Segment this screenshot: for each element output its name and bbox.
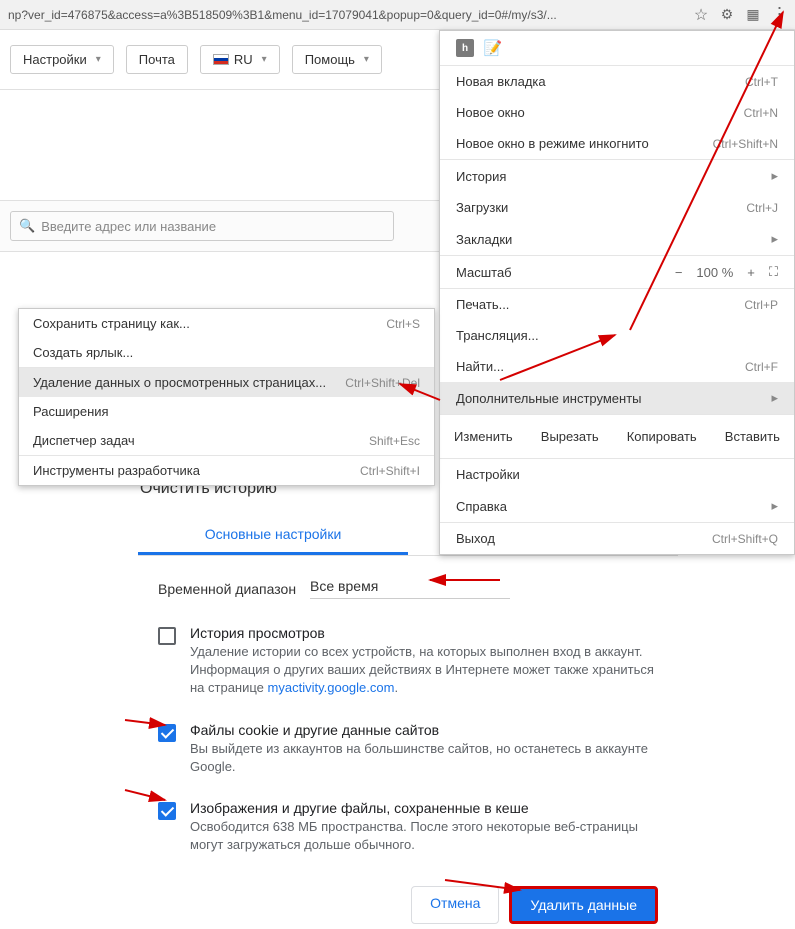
menu-exit[interactable]: ВыходCtrl+Shift+Q	[440, 523, 794, 554]
bookmark-star-icon[interactable]	[693, 7, 709, 23]
fullscreen-icon[interactable]: ⛶	[769, 264, 778, 280]
chrome-main-menu: h Новая вкладкаCtrl+T Новое окноCtrl+N Н…	[439, 30, 795, 555]
myactivity-link[interactable]: myactivity.google.com	[268, 680, 395, 695]
menu-help[interactable]: Справка	[440, 490, 794, 522]
submenu-dev-tools[interactable]: Инструменты разработчикаCtrl+Shift+I	[19, 456, 434, 485]
menu-print[interactable]: Печать...Ctrl+P	[440, 289, 794, 320]
menu-new-tab[interactable]: Новая вкладкаCtrl+T	[440, 66, 794, 97]
delete-data-button[interactable]: Удалить данные	[509, 886, 658, 924]
submenu-create-shortcut[interactable]: Создать ярлык...	[19, 338, 434, 367]
extension-note-icon[interactable]	[484, 39, 502, 57]
option-browsing-history[interactable]: История просмотров Удаление истории со в…	[138, 615, 678, 712]
time-range-label: Временной диапазон	[158, 581, 296, 597]
paste-button[interactable]: Вставить	[715, 423, 790, 450]
address-bar: np?ver_id=476875&access=a%3B518509%3B1&m…	[0, 0, 795, 30]
menu-cast[interactable]: Трансляция...	[440, 320, 794, 351]
extension-h-icon[interactable]: h	[456, 39, 474, 57]
search-icon: 🔍	[19, 218, 35, 234]
zoom-in-button[interactable]: +	[747, 265, 755, 280]
submenu-extensions[interactable]: Расширения	[19, 397, 434, 426]
option-cookies[interactable]: Файлы cookie и другие данные сайтов Вы в…	[138, 712, 678, 790]
more-tools-submenu: Сохранить страницу как...Ctrl+S Создать …	[18, 308, 435, 486]
menu-new-window[interactable]: Новое окноCtrl+N	[440, 97, 794, 128]
checkbox-cached-images[interactable]	[158, 802, 176, 820]
menu-incognito[interactable]: Новое окно в режиме инкогнитоCtrl+Shift+…	[440, 128, 794, 159]
url-text: np?ver_id=476875&access=a%3B518509%3B1&m…	[8, 8, 693, 22]
zoom-value: 100 %	[696, 265, 733, 280]
menu-settings[interactable]: Настройки	[440, 459, 794, 490]
settings-button[interactable]: Настройки	[10, 45, 114, 74]
menu-zoom: Масштаб − 100 % + ⛶	[440, 256, 794, 288]
menu-downloads[interactable]: ЗагрузкиCtrl+J	[440, 192, 794, 223]
time-range-select[interactable]: Все время	[310, 578, 510, 599]
extension-icon[interactable]: ⚙	[719, 7, 735, 23]
cut-button[interactable]: Вырезать	[531, 423, 609, 450]
menu-edit-row: Изменить Вырезать Копировать Вставить	[440, 415, 794, 458]
ru-flag-icon	[213, 54, 229, 65]
mail-button[interactable]: Почта	[126, 45, 188, 74]
tab-basic[interactable]: Основные настройки	[138, 516, 408, 555]
zoom-out-button[interactable]: −	[675, 265, 683, 280]
copy-button[interactable]: Копировать	[617, 423, 707, 450]
submenu-task-manager[interactable]: Диспетчер задачShift+Esc	[19, 426, 434, 455]
menu-find[interactable]: Найти...Ctrl+F	[440, 351, 794, 382]
checkbox-browsing-history[interactable]	[158, 627, 176, 645]
menu-bookmarks[interactable]: Закладки	[440, 223, 794, 255]
chrome-menu-icon[interactable]: ⋮	[771, 7, 787, 23]
menu-history[interactable]: История	[440, 160, 794, 192]
cancel-button[interactable]: Отмена	[411, 886, 499, 924]
edit-label: Изменить	[444, 423, 523, 450]
help-button[interactable]: Помощь	[292, 45, 382, 74]
submenu-save-page[interactable]: Сохранить страницу как...Ctrl+S	[19, 309, 434, 338]
language-button[interactable]: RU	[200, 45, 280, 74]
menu-more-tools[interactable]: Дополнительные инструменты	[440, 382, 794, 414]
extension-icon-2[interactable]: ▦	[745, 7, 761, 23]
option-cached-images[interactable]: Изображения и другие файлы, сохраненные …	[138, 790, 678, 868]
checkbox-cookies[interactable]	[158, 724, 176, 742]
search-input[interactable]: 🔍 Введите адрес или название	[10, 211, 394, 241]
submenu-clear-browsing-data[interactable]: Удаление данных о просмотренных страница…	[19, 368, 434, 397]
